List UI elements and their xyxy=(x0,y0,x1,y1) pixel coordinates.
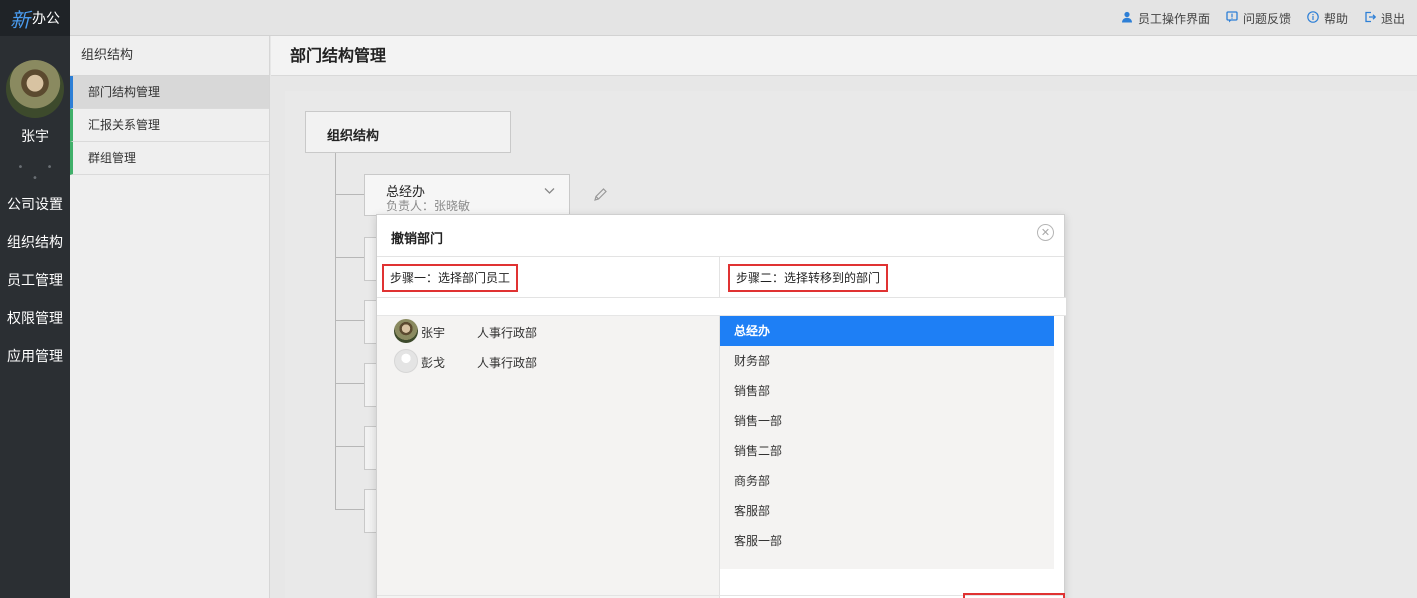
nav-item-org-structure[interactable]: 组织结构 xyxy=(0,224,70,262)
user-icon xyxy=(1121,11,1133,26)
dept-option[interactable]: 财务部 xyxy=(720,346,1054,376)
more-dots[interactable]: • • • xyxy=(0,162,70,184)
dept-card-stub[interactable] xyxy=(364,237,376,281)
help-link[interactable]: 帮助 xyxy=(1307,10,1348,27)
employee-dept: 人事行政部 xyxy=(477,356,538,370)
dept-option[interactable]: 客服一部 xyxy=(720,526,1054,556)
feedback-icon xyxy=(1226,10,1238,26)
nav-item-company-settings[interactable]: 公司设置 xyxy=(0,186,70,224)
nav-item-permission-management[interactable]: 权限管理 xyxy=(0,300,70,338)
dept-option[interactable]: 客服部 xyxy=(720,496,1054,526)
dept-option[interactable]: 商务部 xyxy=(720,466,1054,496)
tree-branch xyxy=(335,257,365,258)
logo-text: 办公 xyxy=(32,11,60,27)
dept-card-stub[interactable] xyxy=(364,489,376,533)
app-logo[interactable]: 新 办公 xyxy=(0,0,70,36)
employee-list: 张宇 人事行政部 彭戈 人事行政部 xyxy=(377,316,719,598)
sub-sidebar: 组织结构 部门结构管理 汇报关系管理 群组管理 xyxy=(70,36,270,598)
org-root-box[interactable]: 组织结构 xyxy=(305,111,511,153)
sub-sidebar-title: 组织结构 xyxy=(70,36,269,76)
feedback-label: 问题反馈 xyxy=(1242,11,1291,26)
nav-item-app-management[interactable]: 应用管理 xyxy=(0,338,70,376)
revoke-department-dialog: 撤销部门 ✕ 步骤一：选择部门员工 步骤二：选择转移到的部门 张宇 人事行政部 … xyxy=(376,214,1066,598)
left-navigation: 新 办公 张宇 • • • 公司设置 组织结构 员工管理 权限管理 应用管理 xyxy=(0,0,70,598)
user-avatar[interactable] xyxy=(6,60,64,118)
main-header: 部门结构管理 xyxy=(271,36,1417,76)
step-one-label: 步骤一：选择部门员工 xyxy=(382,264,519,292)
employee-name: 彭戈 xyxy=(421,356,446,370)
dept-option[interactable]: 销售一部 xyxy=(720,406,1054,436)
tree-branch xyxy=(335,509,365,510)
info-icon xyxy=(1307,10,1319,26)
tree-trunk-line xyxy=(335,153,336,509)
nav-item-employee-management[interactable]: 员工管理 xyxy=(0,262,70,300)
page-title: 部门结构管理 xyxy=(290,46,387,65)
logout-link[interactable]: 退出 xyxy=(1364,10,1405,27)
avatar xyxy=(394,319,418,343)
logout-label: 退出 xyxy=(1380,11,1405,26)
dept-card-lead: 负责人：张晓敏 xyxy=(386,199,471,213)
step-two-label: 步骤二：选择转移到的部门 xyxy=(728,264,889,292)
employee-view-link[interactable]: 员工操作界面 xyxy=(1121,10,1210,27)
sub-item-groups[interactable]: 群组管理 xyxy=(70,142,269,175)
avatar xyxy=(394,349,418,373)
highlighted-footer-button[interactable] xyxy=(963,593,1065,598)
main-nav-list: 公司设置 组织结构 员工管理 权限管理 应用管理 xyxy=(0,186,70,376)
dept-option[interactable]: 销售部 xyxy=(720,376,1054,406)
dialog-spacer xyxy=(377,298,1066,316)
sub-item-reporting[interactable]: 汇报关系管理 xyxy=(70,109,269,142)
dialog-header: 撤销部门 ✕ xyxy=(377,215,1064,257)
target-department-list: 总经办 财务部 销售部 销售一部 销售二部 商务部 客服部 客服一部 xyxy=(719,316,1054,569)
tree-branch xyxy=(335,383,365,384)
dept-card[interactable]: 总经办 负责人：张晓敏 xyxy=(364,174,570,216)
dept-card-stub[interactable] xyxy=(364,363,376,407)
employee-dept: 人事行政部 xyxy=(477,326,538,340)
logout-icon xyxy=(1364,11,1377,26)
dept-option[interactable]: 销售二部 xyxy=(720,436,1054,466)
logo-mark: 新 xyxy=(10,7,30,32)
dialog-title: 撤销部门 xyxy=(391,232,444,247)
chevron-down-icon[interactable] xyxy=(544,185,555,198)
employee-view-label: 员工操作界面 xyxy=(1137,11,1210,26)
user-name: 张宇 xyxy=(21,129,49,145)
top-bar: 员工操作界面 问题反馈 帮助 退出 xyxy=(70,0,1417,36)
close-icon[interactable]: ✕ xyxy=(1037,224,1054,241)
top-links: 员工操作界面 问题反馈 帮助 退出 xyxy=(1121,0,1405,36)
employee-row[interactable]: 彭戈 人事行政部 xyxy=(377,346,719,376)
org-root-label: 组织结构 xyxy=(327,129,380,144)
tree-branch xyxy=(335,194,365,195)
steps-row: 步骤一：选择部门员工 步骤二：选择转移到的部门 xyxy=(377,257,1066,298)
tree-branch xyxy=(335,446,365,447)
dept-option-selected[interactable]: 总经办 xyxy=(720,316,1054,346)
sub-item-dept-structure[interactable]: 部门结构管理 xyxy=(70,76,269,109)
pencil-icon[interactable] xyxy=(592,187,608,207)
tree-branch xyxy=(335,320,365,321)
help-label: 帮助 xyxy=(1323,11,1348,26)
employee-name: 张宇 xyxy=(421,326,446,340)
feedback-link[interactable]: 问题反馈 xyxy=(1226,10,1291,27)
dept-card-stub[interactable] xyxy=(364,300,376,344)
employee-row[interactable]: 张宇 人事行政部 xyxy=(377,316,719,346)
dept-card-stub[interactable] xyxy=(364,426,376,470)
steps-divider xyxy=(719,257,720,298)
